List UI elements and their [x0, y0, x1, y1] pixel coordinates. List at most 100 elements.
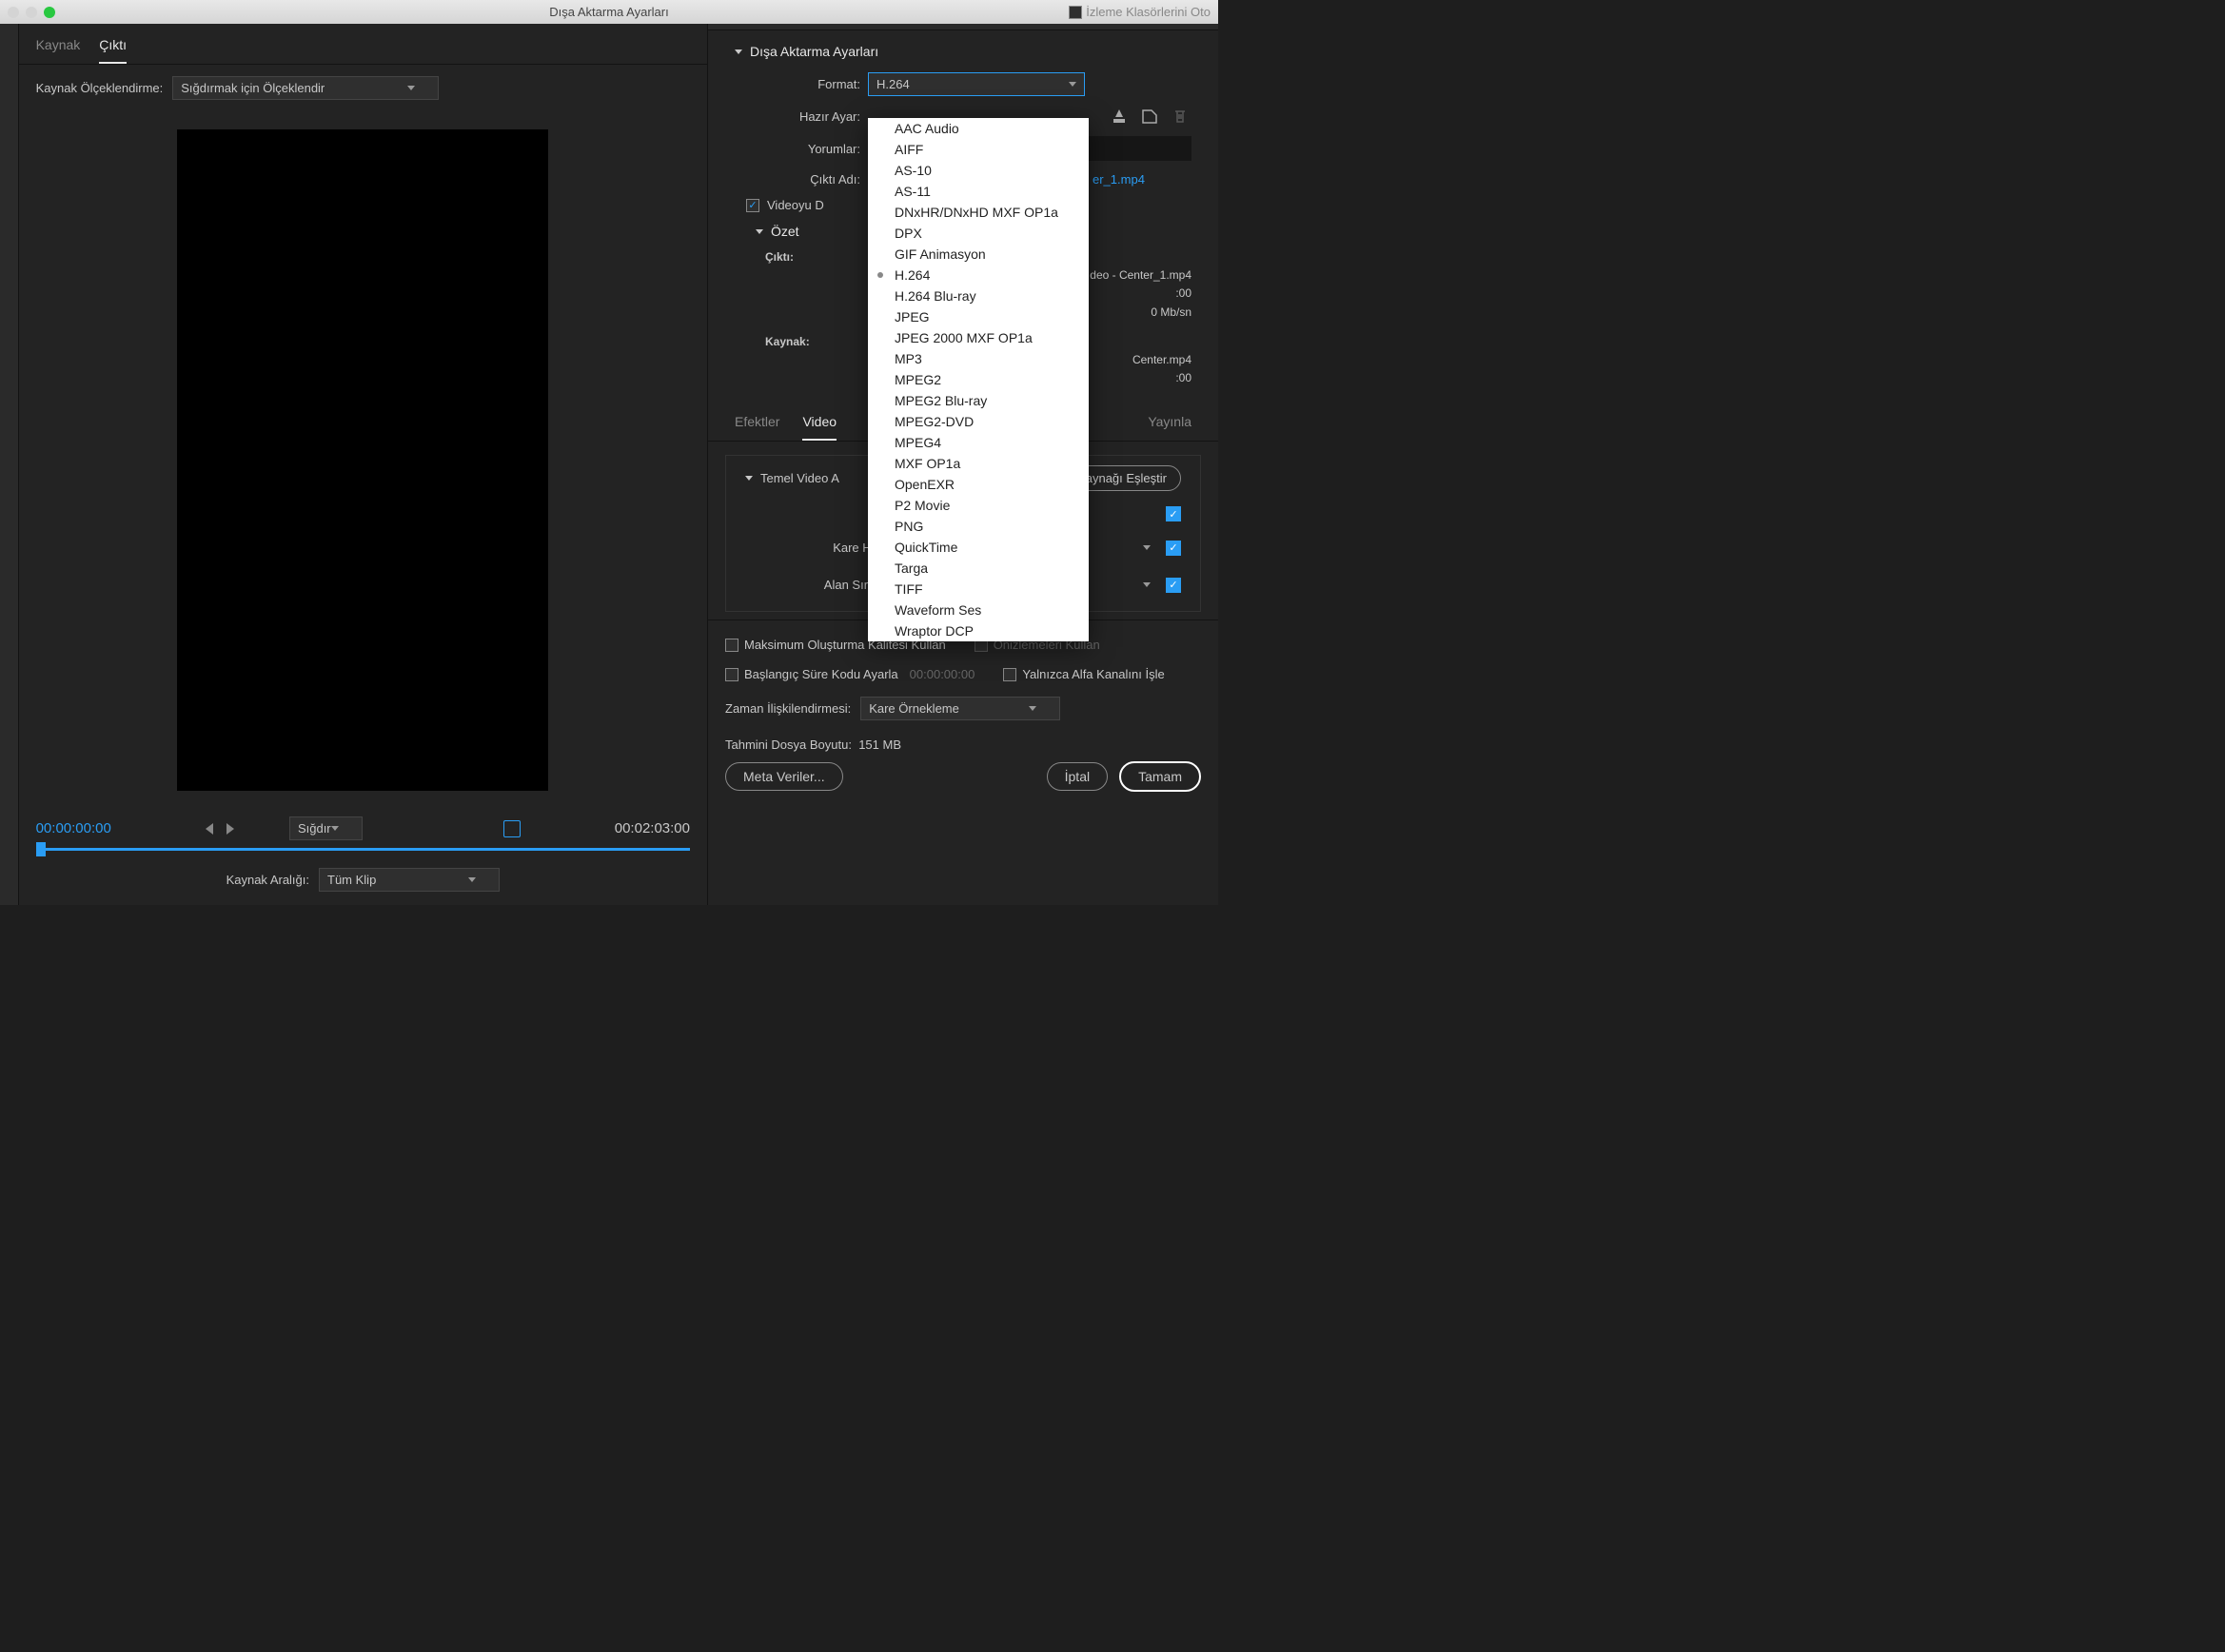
format-option[interactable]: AS-10	[868, 160, 1089, 181]
preset-label: Hazır Ayar:	[735, 109, 860, 124]
save-preset-icon[interactable]	[1110, 108, 1129, 125]
format-option[interactable]: PNG	[868, 516, 1089, 537]
ok-button[interactable]: Tamam	[1119, 761, 1201, 792]
basic-video-settings-title: Temel Video A	[760, 471, 839, 485]
format-option[interactable]: JPEG 2000 MXF OP1a	[868, 327, 1089, 348]
format-option[interactable]: Waveform Ses	[868, 600, 1089, 620]
tab-effects[interactable]: Efektler	[735, 406, 779, 441]
format-option[interactable]: H.264 Blu-ray	[868, 285, 1089, 306]
chevron-down-icon	[1143, 582, 1151, 587]
duration-timecode: 00:02:03:00	[615, 820, 690, 836]
source-range-label: Kaynak Aralığı:	[226, 873, 309, 887]
output-name-label: Çıktı Adı:	[735, 172, 860, 187]
time-interpolation-label: Zaman İlişkilendirmesi:	[725, 701, 851, 716]
cancel-button[interactable]: İptal	[1047, 762, 1108, 791]
alpha-only-label: Yalnızca Alfa Kanalını İşle	[1022, 667, 1164, 681]
format-option[interactable]: Wraptor DCP	[868, 620, 1089, 641]
delete-preset-icon[interactable]	[1171, 108, 1190, 125]
export-video-label: Videoyu D	[767, 198, 824, 212]
format-option[interactable]: MPEG2 Blu-ray	[868, 390, 1089, 411]
format-dropdown-menu[interactable]: AAC AudioAIFFAS-10AS-11DNxHR/DNxHD MXF O…	[868, 118, 1089, 641]
maximize-window[interactable]	[44, 7, 55, 18]
field-order-link-checkbox[interactable]	[1166, 578, 1181, 593]
close-window[interactable]	[8, 7, 19, 18]
estimated-size-label: Tahmini Dosya Boyutu:	[725, 738, 852, 752]
export-video-checkbox[interactable]	[746, 199, 759, 212]
chevron-down-icon	[331, 826, 339, 831]
format-label: Format:	[735, 77, 860, 91]
frame-rate-link-checkbox[interactable]	[1166, 541, 1181, 556]
chevron-down-icon	[407, 86, 415, 90]
format-option[interactable]: TIFF	[868, 579, 1089, 600]
format-option[interactable]: GIF Animasyon	[868, 244, 1089, 265]
format-option[interactable]: Targa	[868, 558, 1089, 579]
chevron-down-icon	[1029, 706, 1036, 711]
export-settings-header[interactable]: Dışa Aktarma Ayarları	[708, 30, 1218, 67]
format-option[interactable]: QuickTime	[868, 537, 1089, 558]
estimated-size-value: 151 MB	[858, 738, 901, 752]
source-range-dropdown[interactable]: Tüm Klip	[319, 868, 500, 892]
format-option[interactable]: MPEG4	[868, 432, 1089, 453]
alpha-only-checkbox[interactable]	[1003, 668, 1016, 681]
format-option[interactable]: OpenEXR	[868, 474, 1089, 495]
watch-folders-label: İzleme Klasörlerini Oto	[1086, 5, 1211, 19]
format-option[interactable]: P2 Movie	[868, 495, 1089, 516]
start-timecode-checkbox[interactable]	[725, 668, 738, 681]
left-strip	[0, 24, 19, 905]
format-option[interactable]: DNxHR/DNxHD MXF OP1a	[868, 202, 1089, 223]
format-option[interactable]: AS-11	[868, 181, 1089, 202]
format-value: H.264	[876, 77, 910, 91]
format-option[interactable]: H.264	[868, 265, 1089, 285]
export-settings-title: Dışa Aktarma Ayarları	[750, 44, 878, 59]
tab-source[interactable]: Kaynak	[36, 31, 81, 64]
output-name-link[interactable]: er_1.mp4	[1093, 172, 1145, 187]
field-order-label: Alan Sırası:	[745, 578, 888, 592]
watch-folders-checkbox[interactable]	[1069, 6, 1082, 19]
tab-output[interactable]: Çıktı	[99, 31, 127, 64]
format-dropdown[interactable]: H.264	[868, 72, 1085, 96]
video-preview[interactable]	[177, 129, 548, 791]
chevron-down-icon	[1143, 545, 1151, 550]
link-checkbox[interactable]	[1166, 506, 1181, 521]
source-scaling-value: Sığdırmak için Ölçeklendir	[181, 81, 325, 95]
chevron-down-icon	[1069, 82, 1076, 87]
zoom-fit-label: Sığdır	[298, 821, 331, 836]
preview-area	[19, 111, 707, 809]
import-preset-icon[interactable]	[1140, 108, 1159, 125]
format-option[interactable]: MPEG2-DVD	[868, 411, 1089, 432]
metadata-button[interactable]: Meta Veriler...	[725, 762, 843, 791]
window-title: Dışa Aktarma Ayarları	[549, 5, 668, 19]
time-interpolation-value: Kare Örnekleme	[869, 701, 959, 716]
format-option[interactable]: JPEG	[868, 306, 1089, 327]
chevron-down-icon	[756, 229, 763, 234]
tab-publish[interactable]: Yayınla	[1148, 406, 1191, 441]
format-option[interactable]: DPX	[868, 223, 1089, 244]
timeline-slider[interactable]	[36, 848, 690, 851]
format-option[interactable]: MXF OP1a	[868, 453, 1089, 474]
tab-video[interactable]: Video	[802, 406, 837, 441]
chevron-down-icon	[468, 877, 476, 882]
comments-label: Yorumlar:	[735, 142, 860, 156]
frame-rate-label: Kare Hızı:	[745, 541, 888, 555]
time-interpolation-dropdown[interactable]: Kare Örnekleme	[860, 697, 1060, 720]
source-scaling-dropdown[interactable]: Sığdırmak için Ölçeklendir	[172, 76, 439, 100]
max-render-quality-checkbox[interactable]	[725, 639, 738, 652]
titlebar: Dışa Aktarma Ayarları İzleme Klasörlerin…	[0, 0, 1218, 24]
format-option[interactable]: AIFF	[868, 139, 1089, 160]
format-option[interactable]: AAC Audio	[868, 118, 1089, 139]
chevron-down-icon	[745, 476, 753, 481]
zoom-fit-dropdown[interactable]: Sığdır	[289, 816, 363, 840]
current-timecode[interactable]: 00:00:00:00	[36, 820, 111, 836]
chevron-down-icon	[735, 49, 742, 54]
step-back-icon[interactable]	[206, 823, 213, 835]
source-scaling-label: Kaynak Ölçeklendirme:	[36, 81, 164, 95]
playhead[interactable]	[36, 842, 46, 856]
source-range-value: Tüm Klip	[327, 873, 376, 887]
start-timecode-value: 00:00:00:00	[910, 667, 975, 681]
format-option[interactable]: MP3	[868, 348, 1089, 369]
minimize-window[interactable]	[26, 7, 37, 18]
format-option[interactable]: MPEG2	[868, 369, 1089, 390]
crop-output-icon[interactable]	[503, 820, 521, 837]
start-timecode-label: Başlangıç Süre Kodu Ayarla	[744, 667, 898, 681]
step-forward-icon[interactable]	[226, 823, 234, 835]
